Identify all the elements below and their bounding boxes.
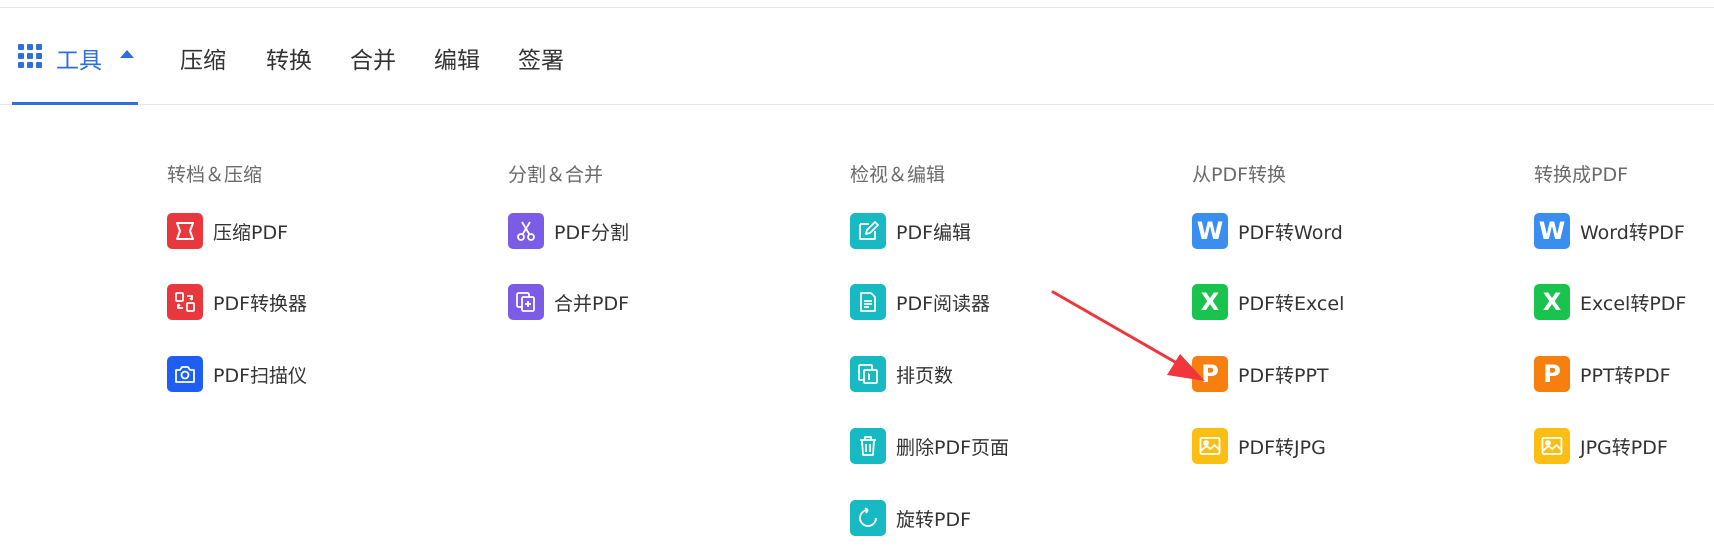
tool-pdf-scanner[interactable]: PDF扫描仪 xyxy=(167,356,307,392)
compress-icon xyxy=(167,213,203,249)
tools-label: 工具 xyxy=(56,48,102,74)
image-icon xyxy=(1534,428,1570,464)
nav-link-merge[interactable]: 合并 xyxy=(350,41,396,75)
column-heading: 转换成PDF xyxy=(1534,164,1629,186)
ppt-letter: P xyxy=(1201,360,1219,388)
tool-label: PDF扫描仪 xyxy=(213,364,308,387)
scissors-icon xyxy=(508,213,544,249)
tool-merge-pdf[interactable]: 合并PDF xyxy=(508,284,629,320)
column-heading: 转档＆压缩 xyxy=(167,164,263,186)
page-number-icon xyxy=(850,356,886,392)
excel-icon: X xyxy=(1534,284,1570,320)
merge-icon xyxy=(508,284,544,320)
tool-label: 压缩PDF xyxy=(213,221,289,244)
caret-up-icon xyxy=(120,50,134,58)
tool-label: PDF转Excel xyxy=(1238,292,1345,315)
tool-pdf-to-ppt[interactable]: P PDF转PPT xyxy=(1192,356,1329,392)
word-icon: W xyxy=(1534,213,1570,249)
image-icon xyxy=(1192,428,1228,464)
excel-letter: X xyxy=(1200,288,1220,316)
tool-label: PDF转PPT xyxy=(1238,364,1329,387)
tool-label: JPG转PDF xyxy=(1580,436,1668,459)
rotate-icon xyxy=(850,500,886,536)
camera-icon xyxy=(167,356,203,392)
tool-label: PDF转JPG xyxy=(1238,436,1326,459)
word-icon: W xyxy=(1192,213,1228,249)
tool-pdf-reader[interactable]: PDF阅读器 xyxy=(850,284,990,320)
tool-pdf-to-word[interactable]: W PDF转Word xyxy=(1192,213,1343,249)
tool-pdf-split[interactable]: PDF分割 xyxy=(508,213,629,249)
tool-compress-pdf[interactable]: 压缩PDF xyxy=(167,213,288,249)
tool-jpg-to-pdf[interactable]: JPG转PDF xyxy=(1534,428,1668,464)
reader-icon xyxy=(850,284,886,320)
nav-link-edit[interactable]: 编辑 xyxy=(434,41,480,75)
tool-label: 合并PDF xyxy=(554,292,630,315)
tool-label: PDF编辑 xyxy=(896,221,972,244)
tool-label: 排页数 xyxy=(896,364,954,387)
nav-link-convert[interactable]: 转换 xyxy=(266,41,312,75)
nav-link-compress[interactable]: 压缩 xyxy=(180,41,226,75)
excel-letter: X xyxy=(1542,288,1562,316)
tool-pdf-to-excel[interactable]: X PDF转Excel xyxy=(1192,284,1344,320)
tool-page-numbers[interactable]: 排页数 xyxy=(850,356,953,392)
tool-label: PDF阅读器 xyxy=(896,292,991,315)
tool-delete-pdf-pages[interactable]: 删除PDF页面 xyxy=(850,428,1009,464)
nav-link-sign[interactable]: 签署 xyxy=(518,41,564,75)
column-heading: 检视＆编辑 xyxy=(850,164,946,186)
top-divider xyxy=(0,0,1714,8)
tools-menu-button[interactable]: 工具 xyxy=(12,8,138,105)
word-letter: W xyxy=(1538,217,1566,245)
ppt-letter: P xyxy=(1543,360,1561,388)
tool-pdf-to-jpg[interactable]: PDF转JPG xyxy=(1192,428,1326,464)
ppt-icon: P xyxy=(1534,356,1570,392)
edit-icon xyxy=(850,213,886,249)
word-letter: W xyxy=(1196,217,1224,245)
tool-label: 旋转PDF xyxy=(896,508,972,531)
excel-icon: X xyxy=(1192,284,1228,320)
converter-icon xyxy=(167,284,203,320)
column-heading: 从PDF转换 xyxy=(1192,164,1287,186)
tool-label: Word转PDF xyxy=(1580,221,1685,244)
tool-ppt-to-pdf[interactable]: P PPT转PDF xyxy=(1534,356,1671,392)
tool-label: PDF转换器 xyxy=(213,292,308,315)
tool-pdf-converter[interactable]: PDF转换器 xyxy=(167,284,307,320)
ppt-icon: P xyxy=(1192,356,1228,392)
tool-rotate-pdf[interactable]: 旋转PDF xyxy=(850,500,971,536)
top-nav: 工具 压缩 转换 合并 编辑 签署 xyxy=(0,8,1714,105)
tool-label: 删除PDF页面 xyxy=(896,436,1010,459)
tool-pdf-edit[interactable]: PDF编辑 xyxy=(850,213,971,249)
trash-icon xyxy=(850,428,886,464)
tool-label: PPT转PDF xyxy=(1580,364,1671,387)
tool-excel-to-pdf[interactable]: X Excel转PDF xyxy=(1534,284,1686,320)
tool-label: PDF分割 xyxy=(554,221,630,244)
column-heading: 分割＆合并 xyxy=(508,164,604,186)
tool-label: Excel转PDF xyxy=(1580,292,1687,315)
apps-grid-icon xyxy=(18,44,42,68)
tool-word-to-pdf[interactable]: W Word转PDF xyxy=(1534,213,1685,249)
tool-label: PDF转Word xyxy=(1238,221,1343,244)
